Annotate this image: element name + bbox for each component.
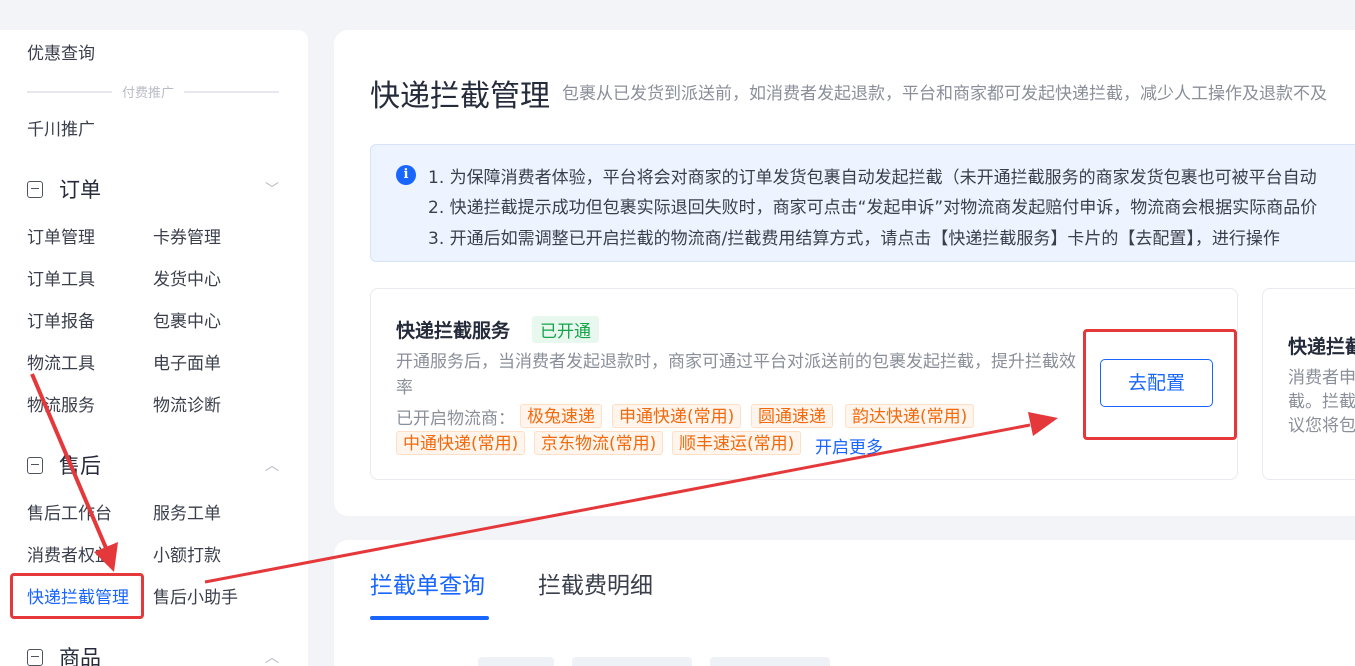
carrier-chip: 中通快递(常用) [396, 431, 526, 455]
carriers-label: 已开启物流商： [396, 409, 515, 429]
second-card-description: 消费者申 截。拦截 议您将包 [1288, 366, 1355, 438]
active-tab-indicator [370, 616, 489, 620]
carrier-chip: 圆通速递 [751, 404, 833, 428]
sidebar-item-shipping-center[interactable]: 发货中心 [153, 265, 221, 290]
sidebar-item-coupon-query[interactable]: 优惠查询 [27, 39, 95, 64]
sidebar-item-package-center[interactable]: 包裹中心 [153, 307, 221, 332]
filter-chip[interactable] [572, 657, 692, 666]
second-card-desc-line: 截。拦截 [1288, 392, 1355, 412]
second-card-title: 快递拦截 [1288, 336, 1355, 358]
service-card-description: 开通服务后，当消费者发起退款时，商家可通过平台对派送前的包裹发起拦截，提升拦截效… [396, 352, 1076, 398]
sidebar-item-logistics-diagnosis[interactable]: 物流诊断 [153, 391, 221, 416]
sidebar-divider-label: 付费推广 [112, 82, 185, 101]
status-badge: 已开通 [532, 316, 599, 343]
page-title: 快递拦截管理 [370, 79, 550, 114]
sidebar-item-order-tools[interactable]: 订单工具 [27, 265, 95, 290]
sidebar-item-aftersale-assistant[interactable]: 售后小助手 [153, 583, 238, 608]
order-icon [27, 180, 43, 198]
sidebar-section-goods[interactable]: 商品 ︿ [27, 642, 279, 666]
carrier-chip: 京东物流(常用) [534, 431, 664, 455]
annotation-highlight-config [1083, 329, 1237, 440]
sidebar-section-title: 商品 [59, 646, 101, 666]
records-panel [334, 540, 1355, 666]
sidebar-section-title: 售后 [59, 454, 101, 478]
sidebar-section-aftersale[interactable]: 售后 ︿ [27, 450, 279, 480]
sidebar-item-consumer-rights[interactable]: 消费者权益 [27, 541, 112, 566]
sidebar-item-qianchuan[interactable]: 千川推广 [27, 115, 95, 140]
aftersale-icon [27, 456, 43, 474]
filter-chip[interactable] [478, 657, 554, 666]
notice-line: 3. 开通后如需调整已开启拦截的物流商/拦截费用结算方式，请点击【快递拦截服务】… [428, 229, 1280, 249]
annotation-highlight-sidebar [10, 573, 144, 619]
chevron-up-icon: ︿ [265, 458, 279, 474]
goods-icon [27, 648, 43, 666]
page-subtitle: 包裹从已发货到派送前，如消费者发起退款，平台和商家都可发起快递拦截，减少人工操作… [562, 84, 1327, 104]
sidebar-item-service-ticket[interactable]: 服务工单 [153, 499, 221, 524]
sidebar-item-aftersale-workbench[interactable]: 售后工作台 [27, 499, 112, 524]
carrier-chip: 顺丰速运(常用) [672, 431, 802, 455]
carrier-chip: 极兔速递 [520, 404, 602, 428]
sidebar-item-e-waybill[interactable]: 电子面单 [153, 349, 221, 374]
info-icon: i [396, 165, 416, 185]
filter-chip[interactable] [710, 657, 830, 666]
service-card-title: 快递拦截服务 [396, 320, 511, 342]
notice-line: 1. 为保障消费者体验，平台将会对商家的订单发货包裹自动发起拦截（未开通拦截服务… [428, 168, 1317, 188]
tab-intercept-fee[interactable]: 拦截费明细 [538, 566, 653, 600]
notice-line: 2. 快递拦截提示成功但包裹实际退回失败时，商家可点击“发起申诉”对物流商发起赔… [428, 198, 1318, 218]
second-card-desc-line: 议您将包 [1288, 416, 1355, 436]
sidebar-item-order-management[interactable]: 订单管理 [27, 223, 95, 248]
sidebar-item-order-report[interactable]: 订单报备 [27, 307, 95, 332]
enable-more-link[interactable]: 开启更多 [815, 433, 883, 458]
second-card-desc-line: 消费者申 [1288, 368, 1355, 388]
sidebar-item-voucher-management[interactable]: 卡券管理 [153, 223, 221, 248]
tab-intercept-query[interactable]: 拦截单查询 [370, 566, 485, 600]
chevron-down-icon: ﹀ [265, 182, 279, 198]
sidebar-item-logistics-service[interactable]: 物流服务 [27, 391, 95, 416]
sidebar-item-small-payment[interactable]: 小额打款 [153, 541, 221, 566]
sidebar-item-logistics-tools[interactable]: 物流工具 [27, 349, 95, 374]
sidebar-section-title: 订单 [59, 178, 101, 202]
chevron-up-icon: ︿ [265, 650, 279, 666]
carrier-chip: 韵达快递(常用) [845, 404, 975, 428]
sidebar-section-orders[interactable]: 订单 ﹀ [27, 174, 279, 204]
carrier-chip: 申通快递(常用) [612, 404, 742, 428]
